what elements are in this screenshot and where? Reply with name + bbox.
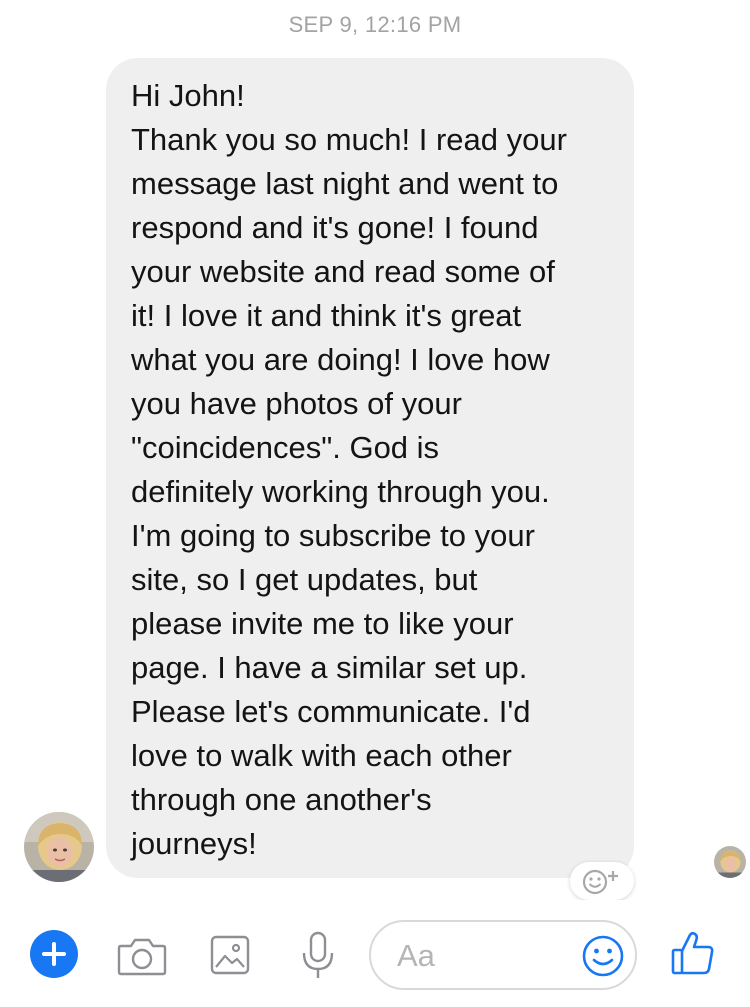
message-line: Thank you so much! I read your	[131, 122, 567, 157]
message-timestamp: SEP 9, 12:16 PM	[288, 12, 462, 37]
read-receipt-avatar	[714, 846, 746, 878]
microphone-icon[interactable]	[300, 930, 336, 982]
message-line: through one another's	[131, 782, 432, 817]
add-reaction-icon	[582, 869, 618, 895]
message-composer	[0, 900, 750, 1007]
message-line: Hi John!	[131, 78, 245, 113]
emoji-icon[interactable]	[581, 934, 625, 978]
message-line: love to walk with each other	[131, 738, 512, 773]
plus-button[interactable]	[30, 930, 78, 978]
message-line: you have photos of your	[131, 386, 462, 421]
message-line: Please let's communicate. I'd	[131, 694, 531, 729]
message-line: please invite me to like your	[131, 606, 514, 641]
message-line: your website and read some of	[131, 254, 555, 289]
add-reaction-button[interactable]	[570, 862, 634, 900]
message-line: respond and it's gone! I found	[131, 210, 539, 245]
camera-icon[interactable]	[117, 934, 167, 978]
message-line: what you are doing! I love how	[131, 342, 550, 377]
plus-icon	[42, 942, 66, 966]
message-input-field[interactable]	[369, 920, 637, 990]
message-line: I'm going to subscribe to your	[131, 518, 535, 553]
sender-avatar[interactable]	[24, 812, 94, 882]
thumbs-up-icon[interactable]	[670, 930, 716, 976]
image-icon[interactable]	[209, 934, 251, 976]
message-line: "coincidences". God is	[131, 430, 440, 465]
message-line: message last night and went to	[131, 166, 559, 201]
message-line: site, so I get updates, but	[131, 562, 478, 597]
message-line: journeys!	[131, 826, 257, 861]
message-line: it! I love it and think it's great	[131, 298, 522, 333]
message-line: definitely working through you.	[131, 474, 550, 509]
received-message-bubble[interactable]: Hi John! Thank you so much! I read your …	[106, 58, 634, 878]
message-line: page. I have a similar set up.	[131, 650, 528, 685]
message-input[interactable]	[397, 936, 567, 976]
